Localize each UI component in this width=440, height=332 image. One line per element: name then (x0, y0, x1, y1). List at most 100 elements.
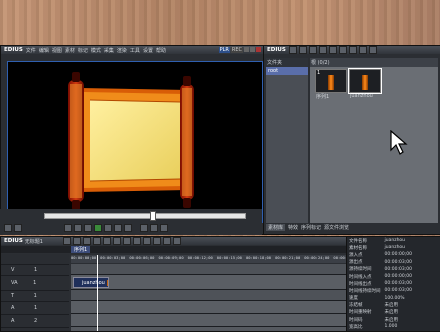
menu-render[interactable]: 渲染 (117, 47, 127, 54)
snap-icon[interactable] (162, 237, 171, 245)
tab-source-browser[interactable]: 源文件浏览 (324, 224, 349, 231)
property-row: 源出点 00:00:03;00 (349, 259, 412, 266)
play-icon[interactable] (94, 224, 102, 232)
undo-icon[interactable] (92, 237, 101, 245)
menu-help[interactable]: 帮助 (156, 47, 166, 54)
menu-tools[interactable]: 工具 (130, 47, 140, 54)
overwrite-icon[interactable] (150, 224, 158, 232)
property-row: 文件名称 juanzhou (349, 238, 406, 244)
sequence-tab-row: 序列1 (1, 246, 346, 253)
track-lanes: juanzhou (71, 264, 346, 331)
player-mode-badge[interactable]: PLR (218, 47, 230, 53)
maximize-icon[interactable] (250, 47, 255, 52)
content-header: 根 (0/2) (310, 58, 438, 67)
folder-icon[interactable] (288, 46, 297, 54)
cut-clip-icon[interactable] (112, 237, 121, 245)
bin-tabs: 素材库 特效 序列标记 源文件浏览 (266, 224, 438, 231)
position-slider[interactable] (0, 209, 262, 221)
property-row: 冻结帧 未启用 (349, 303, 398, 309)
track-header[interactable]: A 1 (1, 302, 69, 315)
preview-title-bar: EDIUS 文件 编辑 视图 素材 标记 模式 采集 渲染 工具 设置 帮助 P… (1, 46, 263, 54)
cut-icon[interactable] (328, 46, 337, 54)
menu-capture[interactable]: 采集 (104, 47, 114, 54)
folder-root[interactable]: root (266, 67, 308, 75)
transport-toolbar (0, 221, 262, 235)
clip-thumbnail[interactable] (348, 68, 382, 94)
menu-view[interactable]: 视图 (52, 47, 62, 54)
timeline-clip[interactable]: juanzhou (73, 277, 109, 288)
property-row: 时间线持续时间 00:00:03;00 (349, 288, 412, 294)
property-row: 时间线出点 00:00:03;00 (349, 281, 412, 287)
save-icon[interactable] (82, 237, 91, 245)
recorder-mode-badge[interactable]: REC (230, 47, 243, 53)
new-sequence-icon[interactable] (62, 237, 71, 245)
tab-effects[interactable]: 特效 (288, 224, 298, 231)
folder-header: 文件夹 (266, 58, 308, 67)
track-header[interactable]: VA 1 (1, 276, 69, 291)
set-in-icon[interactable] (4, 224, 12, 232)
insert-icon[interactable] (140, 224, 148, 232)
property-row: 时间码 未启用 (349, 317, 398, 323)
properties-icon[interactable] (368, 46, 377, 54)
title-icon[interactable] (318, 46, 327, 54)
property-row: 宽高比 1.000 (349, 324, 398, 330)
open-icon[interactable] (72, 237, 81, 245)
folder-tree: 文件夹 root (266, 58, 308, 223)
rewind-icon[interactable] (74, 224, 82, 232)
property-row: 时间线入点 00:00:00;00 (349, 274, 412, 280)
add-clip-icon[interactable] (308, 46, 317, 54)
export-icon[interactable] (160, 224, 168, 232)
menu-mode[interactable]: 模式 (91, 47, 101, 54)
mouse-cursor-icon (390, 130, 408, 155)
paste-clip-icon[interactable] (132, 237, 141, 245)
search-icon[interactable] (298, 46, 307, 54)
properties-table: 文件名称 juanzhou 素材名称 juanzhou 源入点 00:00:00;00… (347, 237, 414, 330)
slider-handle[interactable] (150, 211, 156, 221)
project-name: 无标题1 (24, 238, 43, 245)
property-row: 速度 100.00% (349, 295, 405, 302)
tab-bin[interactable]: 素材库 (266, 224, 286, 231)
menu-bar: 文件 编辑 视图 素材 标记 模式 采集 渲染 工具 设置 帮助 (26, 47, 169, 54)
app-name: EDIUS (4, 47, 23, 53)
menu-clip[interactable]: 素材 (65, 47, 75, 54)
track-headers: V 1 VA 1 T 1 A 1 A 2 (1, 254, 69, 331)
set-out-icon[interactable] (14, 224, 22, 232)
menu-file[interactable]: 文件 (26, 47, 36, 54)
track-header[interactable]: V 1 (1, 265, 69, 276)
redo-icon[interactable] (102, 237, 111, 245)
menu-settings[interactable]: 设置 (143, 47, 153, 54)
copy-clip-icon[interactable] (122, 237, 131, 245)
paste-icon[interactable] (348, 46, 357, 54)
timeline-window: EDIUS 无标题1 序列1 V 1 VA 1 T 1 A 1 A 2 00:0… (0, 236, 347, 332)
preview-window: EDIUS 文件 编辑 视图 素材 标记 模式 采集 渲染 工具 设置 帮助 P… (0, 45, 264, 235)
close-icon[interactable] (256, 47, 261, 52)
clip-thumbnail[interactable]: 1 (315, 69, 347, 93)
track-header[interactable]: T 1 (1, 291, 69, 302)
menu-edit[interactable]: 编辑 (39, 47, 49, 54)
timeline-app-name: EDIUS (4, 238, 23, 244)
step-forward-icon[interactable] (104, 224, 112, 232)
playhead[interactable] (97, 255, 98, 331)
delete-icon[interactable] (358, 46, 367, 54)
video-preview (7, 61, 263, 223)
property-row: 源入点 00:00:00;00 (349, 252, 412, 258)
step-back-icon[interactable] (84, 224, 92, 232)
properties-window: 文件名称 juanzhou 素材名称 juanzhou 源入点 00:00:00;00… (346, 236, 440, 332)
bin-app-name: EDIUS (267, 47, 286, 53)
tab-sequence-markers[interactable]: 序列标记 (301, 224, 321, 231)
clip-label: 序列1 (316, 94, 330, 100)
fast-forward-icon[interactable] (114, 224, 122, 232)
track-header[interactable]: A 2 (1, 315, 69, 328)
copy-icon[interactable] (338, 46, 347, 54)
clip-label: juanzhou (350, 93, 373, 99)
scroll-image (68, 72, 194, 210)
menu-marker[interactable]: 标记 (78, 47, 88, 54)
stop-icon[interactable] (64, 224, 72, 232)
tab-sequence-1[interactable]: 序列1 (71, 246, 91, 253)
delete-clip-icon[interactable] (142, 237, 151, 245)
loop-icon[interactable] (124, 224, 132, 232)
timeline-ruler[interactable]: 00:00:00;00 00:00:03;00 00:00:06;00 00:00:0… (71, 255, 346, 263)
ripple-icon[interactable] (152, 237, 161, 245)
render-icon[interactable] (172, 237, 181, 245)
minimize-icon[interactable] (244, 47, 249, 52)
